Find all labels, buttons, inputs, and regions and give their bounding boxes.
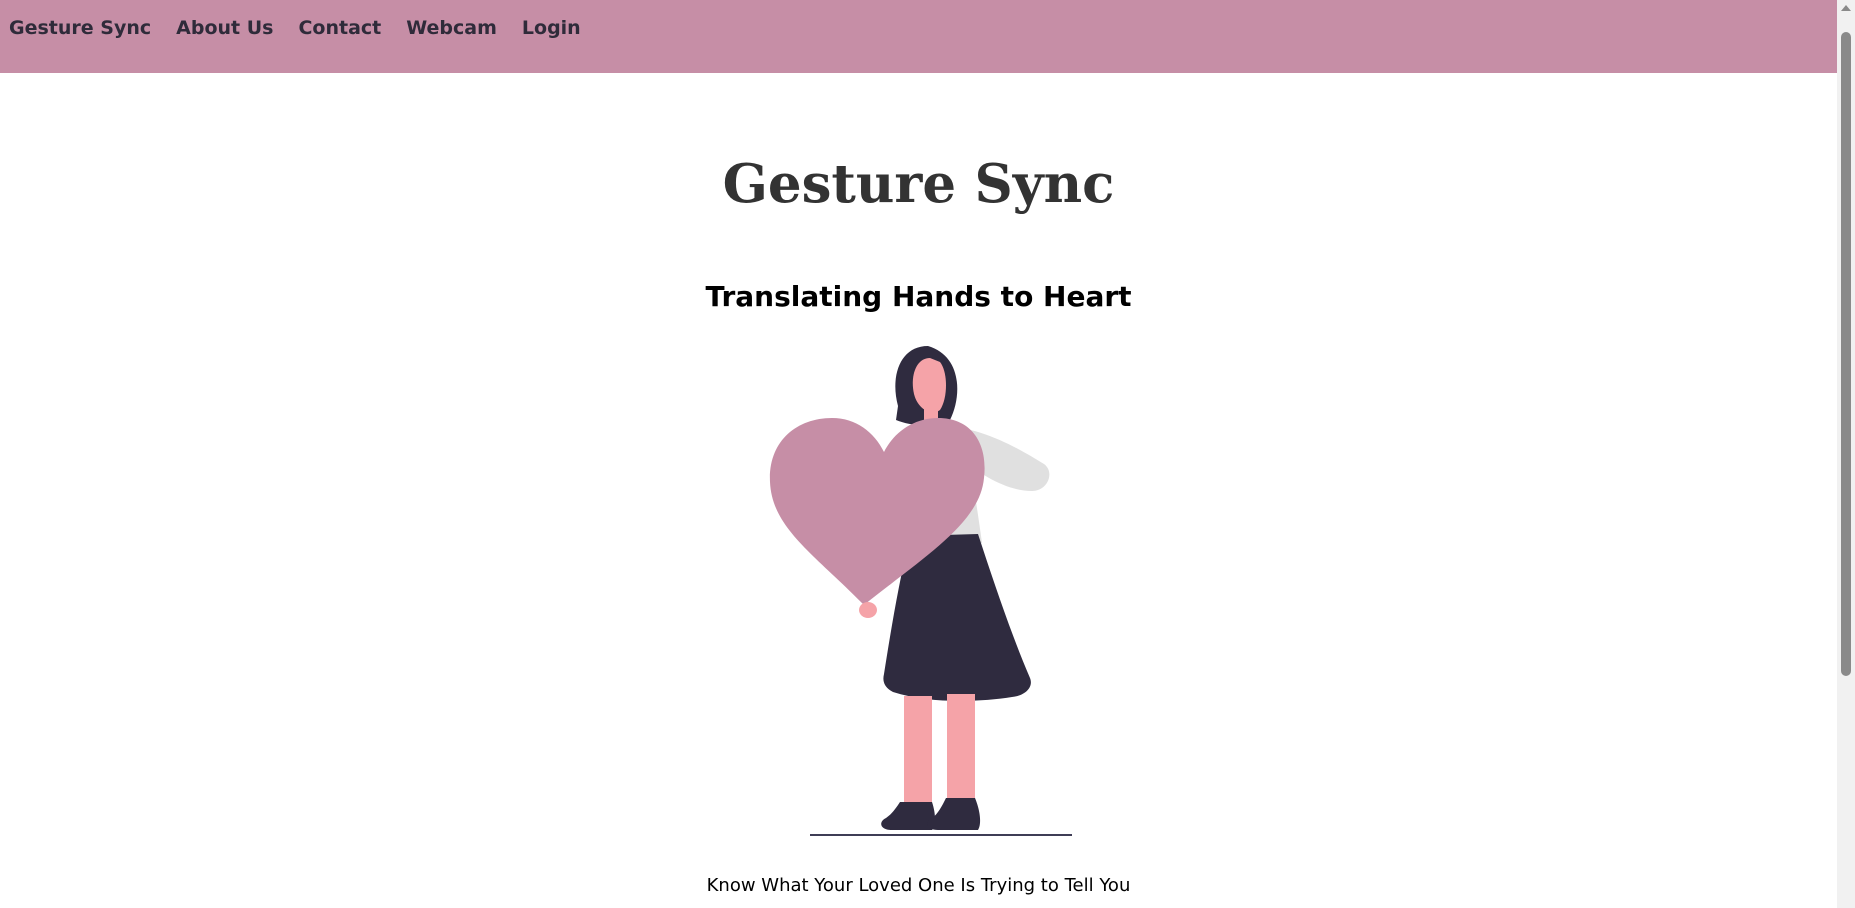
nav-link-contact[interactable]: Contact — [298, 17, 381, 39]
right-leg-shape — [947, 694, 975, 806]
nav-link-about-us[interactable]: About Us — [176, 17, 273, 39]
page-subtitle: Know What Your Loved One Is Trying to Te… — [706, 875, 1131, 896]
page-title: Gesture Sync — [722, 153, 1115, 215]
main-content: Gesture Sync Translating Hands to Heart … — [0, 73, 1837, 908]
vertical-scrollbar[interactable] — [1837, 0, 1855, 908]
top-navbar: Gesture Sync About Us Contact Webcam Log… — [0, 0, 1837, 73]
ground-line — [810, 834, 1072, 836]
woman-holding-heart-illustration — [769, 346, 1072, 836]
lower-hand-shape — [859, 602, 877, 618]
nav-link-webcam[interactable]: Webcam — [406, 17, 497, 39]
right-shoe-shape — [927, 798, 981, 830]
nav-link-login[interactable]: Login — [522, 17, 581, 39]
scroll-up-arrow-icon[interactable] — [1840, 2, 1852, 14]
left-leg-shape — [904, 696, 932, 808]
left-shoe-shape — [881, 802, 935, 830]
nav-link-home[interactable]: Gesture Sync — [9, 17, 151, 39]
scrollbar-thumb[interactable] — [1841, 32, 1851, 676]
page-tagline: Translating Hands to Heart — [705, 280, 1132, 313]
